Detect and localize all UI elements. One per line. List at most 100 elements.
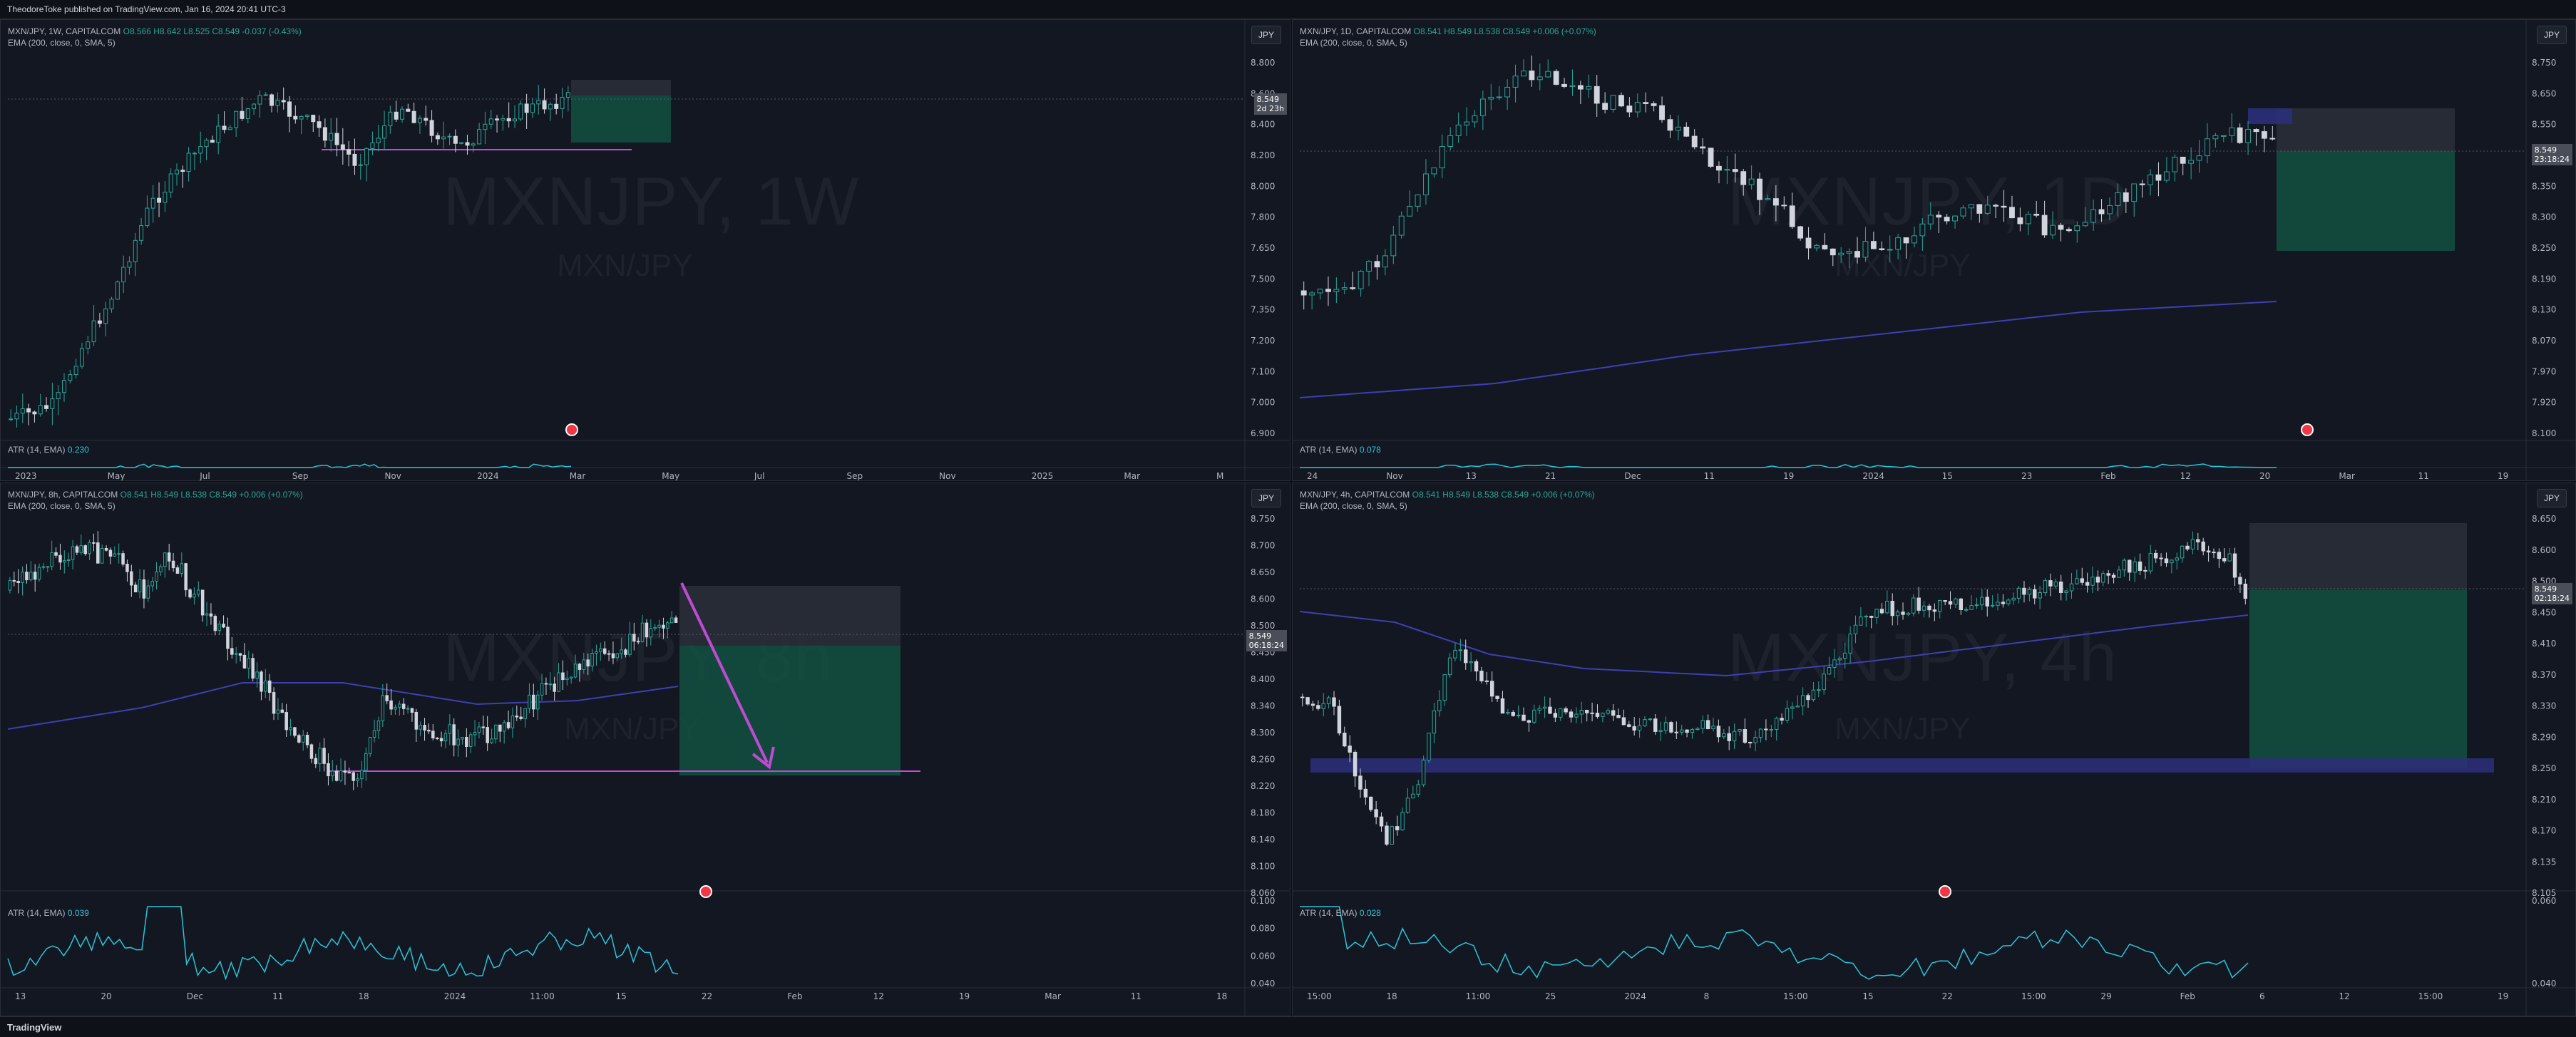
- candle-body: [1764, 728, 1768, 731]
- candle-body: [1474, 661, 1479, 672]
- candle-body: [1341, 287, 1348, 290]
- atr-label[interactable]: ATR (14, EMA): [1300, 445, 1357, 455]
- currency-button[interactable]: JPY: [1251, 26, 1281, 44]
- currency-button[interactable]: JPY: [2537, 489, 2567, 507]
- chart-panel-8h[interactable]: MXNJPY, 8h MXN/JPY 8.750 8.700 8.650 8.600 8…: [0, 483, 1290, 1016]
- candle-body: [192, 153, 197, 155]
- symbol-label[interactable]: MXN/JPY, 1D, CAPITALCOM: [1300, 26, 1411, 36]
- candle-body: [1616, 715, 1621, 718]
- ema-label[interactable]: EMA (200, close, 0, SMA, 5): [1300, 500, 1595, 512]
- chart-panel-1w[interactable]: MXNJPY, 1W MXN/JPY 8.8008.6008.4008.2008…: [0, 19, 1290, 481]
- candle-body: [109, 299, 114, 309]
- candle-body: [255, 671, 259, 679]
- chart-canvas[interactable]: 8.7508.6508.5508.4508.3508.3008.2508.190…: [1293, 20, 2576, 481]
- candle-body: [2217, 552, 2222, 559]
- candle-body: [1879, 609, 1884, 614]
- candle-body: [163, 552, 167, 567]
- candle-body: [226, 626, 230, 649]
- tradingview-logo[interactable]: TradingView: [7, 1022, 61, 1033]
- candle-body: [1969, 605, 1974, 610]
- replay-marker-icon[interactable]: [2301, 423, 2314, 436]
- ema-label[interactable]: EMA (200, close, 0, SMA, 5): [1300, 37, 1596, 48]
- y-tick-label: 8.070: [2532, 336, 2556, 346]
- candle-body: [1659, 105, 1665, 120]
- candle-body: [121, 267, 126, 283]
- chart-canvas[interactable]: 8.8008.6008.4008.2008.0007.8007.6507.500…: [1, 20, 1290, 481]
- candle-body: [284, 712, 288, 731]
- candle-body: [2190, 539, 2195, 550]
- candle-body: [452, 724, 456, 745]
- atr-label[interactable]: ATR (14, EMA): [8, 908, 65, 918]
- candle-body: [150, 197, 155, 209]
- candle-body: [66, 559, 71, 562]
- candle-body: [200, 589, 205, 616]
- candle-body: [26, 408, 31, 413]
- candle-body: [1748, 741, 1753, 743]
- candle-body: [1643, 102, 1649, 104]
- candle-body: [502, 722, 506, 732]
- candle-body: [1765, 198, 1771, 200]
- candle-body: [1848, 633, 1852, 654]
- chart-canvas[interactable]: 8.6508.6008.5008.4508.4108.3708.3308.290…: [1293, 483, 2576, 1016]
- candle-body: [2180, 545, 2185, 559]
- replay-marker-icon[interactable]: [1939, 885, 1951, 898]
- candle-body: [2163, 171, 2170, 181]
- candle-body: [1358, 775, 1363, 790]
- candle-body: [1595, 713, 1600, 717]
- candle-body: [1400, 812, 1405, 830]
- replay-marker-icon[interactable]: [699, 885, 712, 898]
- x-tick-label: 15:00: [2418, 991, 2443, 1001]
- replay-marker-icon[interactable]: [565, 423, 578, 436]
- candle-body: [50, 398, 55, 409]
- candle-body: [1748, 178, 1755, 185]
- candle-body: [376, 720, 381, 731]
- candle-body: [230, 648, 234, 655]
- candle-body: [329, 133, 334, 141]
- candle-body: [2053, 582, 2058, 587]
- stop-loss-zone: [679, 586, 900, 646]
- chart-panel-1d[interactable]: MXNJPY, 1D MXN/JPY 8.7508.6508.5508.4508…: [1292, 19, 2576, 481]
- candle-body: [640, 622, 645, 642]
- currency-button[interactable]: JPY: [1251, 489, 1281, 507]
- y-tick-label: 8.220: [1251, 781, 1275, 791]
- ema-label[interactable]: EMA (200, close, 0, SMA, 5): [8, 500, 303, 512]
- candle-body: [1584, 709, 1589, 713]
- candle-body: [2111, 574, 2116, 578]
- atr-label[interactable]: ATR (14, EMA): [8, 445, 65, 455]
- symbol-label[interactable]: MXN/JPY, 1W, CAPITALCOM: [8, 26, 120, 36]
- candle-body: [1811, 689, 1816, 701]
- stop-loss-zone: [571, 80, 671, 96]
- atr-label[interactable]: ATR (14, EMA): [1300, 908, 1357, 918]
- x-tick-label: 19: [959, 991, 970, 1001]
- candle-body: [32, 411, 37, 415]
- chart-panel-4h[interactable]: MXNJPY, 4h MXN/JPY 8.650 8.600 8.500 8.450 8…: [1292, 483, 2576, 1016]
- ema-label[interactable]: EMA (200, close, 0, SMA, 5): [8, 37, 302, 48]
- take-profit-zone: [2277, 151, 2455, 251]
- candle-body: [1822, 674, 1826, 691]
- candle-body: [1542, 706, 1547, 709]
- candle-body: [2172, 156, 2178, 172]
- symbol-label[interactable]: MXN/JPY, 4h, CAPITALCOM: [1300, 490, 1410, 500]
- candle-body: [63, 560, 66, 563]
- symbol-label[interactable]: MXN/JPY, 8h, CAPITALCOM: [8, 490, 118, 500]
- candle-body: [1952, 215, 1958, 222]
- candle-body: [624, 649, 627, 655]
- candle-body: [1553, 713, 1558, 718]
- candle-body: [1743, 729, 1748, 743]
- x-tick-label: 2025: [1032, 471, 1054, 481]
- y-tick-label: 8.250: [2532, 243, 2556, 253]
- candle-body: [1532, 709, 1536, 723]
- chart-canvas[interactable]: 8.7508.7008.6508.6008.5008.4508.4008.340…: [1, 483, 1290, 1016]
- candle-body: [280, 709, 284, 713]
- candle-body: [317, 121, 322, 128]
- candle-body: [1500, 698, 1505, 714]
- candle-body: [1618, 95, 1624, 107]
- candle-body: [657, 624, 661, 628]
- candle-body: [2139, 183, 2145, 185]
- candle-body: [1906, 612, 1911, 615]
- candle-body: [322, 748, 326, 764]
- candle-body: [2212, 135, 2219, 140]
- y-tick-label: 8.650: [2532, 514, 2556, 524]
- candle-body: [1853, 624, 1858, 634]
- currency-button[interactable]: JPY: [2537, 26, 2567, 44]
